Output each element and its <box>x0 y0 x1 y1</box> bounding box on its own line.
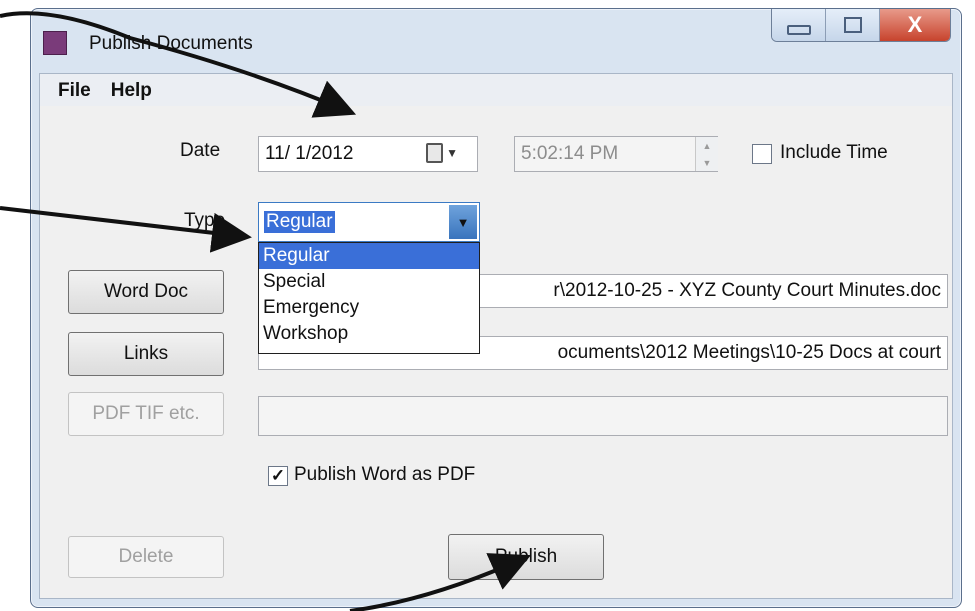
publish-word-as-pdf-label: Publish Word as PDF <box>294 464 476 485</box>
word-doc-path: r\2012-10-25 - XYZ County Court Minutes.… <box>553 280 941 301</box>
maximize-button[interactable] <box>826 9 880 41</box>
delete-button[interactable]: Delete <box>68 536 224 578</box>
menu-help[interactable]: Help <box>103 74 160 106</box>
word-doc-button[interactable]: Word Doc <box>68 270 224 314</box>
date-label: Date <box>180 140 221 161</box>
chevron-down-icon[interactable]: ▼ <box>449 205 477 239</box>
type-option-regular[interactable]: Regular <box>259 243 479 269</box>
check-icon: ✓ <box>270 466 286 485</box>
type-dropdown-list: Regular Special Emergency Workshop <box>258 242 480 354</box>
type-select[interactable]: Regular ▼ <box>258 202 480 242</box>
close-button[interactable]: X <box>880 9 950 41</box>
publish-documents-window: Publish Documents X File Help Date 11/ 1… <box>30 8 962 608</box>
date-value: 11/ 1/2012 <box>265 143 354 164</box>
type-option-workshop[interactable]: Workshop <box>259 321 479 347</box>
menu-file[interactable]: File <box>50 74 99 106</box>
minimize-button[interactable] <box>772 9 826 41</box>
pdf-tif-button[interactable]: PDF TIF etc. <box>68 392 224 436</box>
links-path: ocuments\2012 Meetings\10-25 Docs at cou… <box>557 342 941 363</box>
type-option-special[interactable]: Special <box>259 269 479 295</box>
include-time-label: Include Time <box>780 142 888 163</box>
type-option-emergency[interactable]: Emergency <box>259 295 479 321</box>
window-title: Publish Documents <box>89 33 253 54</box>
calendar-icon <box>426 143 444 163</box>
title-bar: Publish Documents X <box>31 9 961 69</box>
spin-up-icon[interactable]: ▲ <box>696 137 718 154</box>
time-spinner[interactable]: ▲ ▼ <box>695 137 718 171</box>
menu-bar: File Help <box>40 74 952 106</box>
pdf-path-field[interactable] <box>258 396 948 436</box>
app-icon <box>43 31 67 55</box>
links-button[interactable]: Links <box>68 332 224 376</box>
include-time-checkbox[interactable] <box>752 144 772 164</box>
calendar-dropdown-button[interactable]: ▼ <box>426 140 458 166</box>
spin-down-icon[interactable]: ▼ <box>696 154 718 171</box>
time-value: 5:02:14 PM <box>521 143 619 164</box>
minimize-icon <box>786 25 811 35</box>
time-picker[interactable]: 5:02:14 PM <box>514 136 718 172</box>
type-selected-value: Regular <box>264 211 335 233</box>
caption-buttons: X <box>771 9 951 42</box>
type-label: Type <box>184 210 226 231</box>
client-area: File Help Date 11/ 1/2012 ▼ 5:02:14 PM ▲… <box>39 73 953 599</box>
maximize-icon <box>843 17 862 33</box>
publish-button[interactable]: Publish <box>448 534 604 580</box>
close-icon: X <box>907 12 923 37</box>
publish-word-as-pdf-checkbox[interactable]: ✓ <box>268 466 288 486</box>
